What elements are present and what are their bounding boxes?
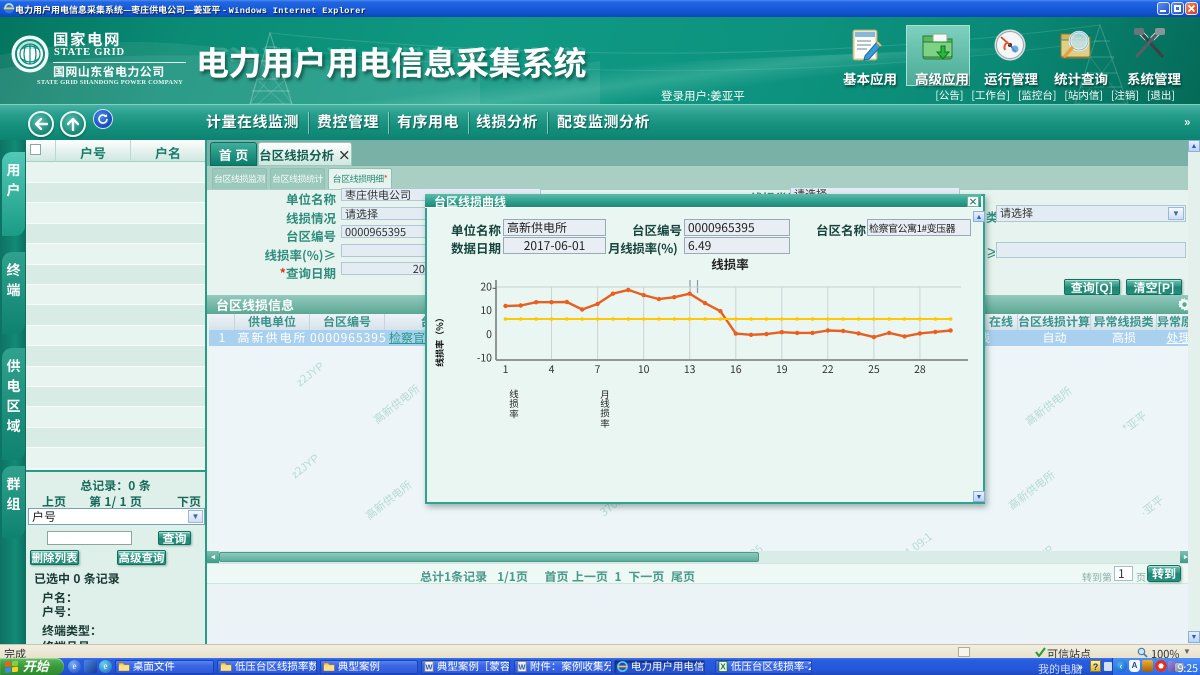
svg-text:4: 4 bbox=[549, 362, 555, 377]
svg-text:7: 7 bbox=[595, 362, 601, 377]
svg-text:16: 16 bbox=[730, 362, 742, 377]
svg-text:10: 10 bbox=[480, 303, 492, 318]
svg-text:0: 0 bbox=[486, 327, 492, 342]
svg-text:19: 19 bbox=[776, 362, 788, 377]
svg-text:13: 13 bbox=[684, 362, 696, 377]
svg-text:X: X bbox=[720, 661, 726, 672]
svg-text:线损率（%）: 线损率（%） bbox=[433, 313, 446, 367]
svg-text:线损率: 线损率 bbox=[711, 255, 749, 273]
svg-text:W: W bbox=[519, 661, 526, 672]
svg-text:W: W bbox=[426, 661, 433, 672]
svg-text:月线损率: 月线损率 bbox=[598, 389, 612, 428]
svg-text:22: 22 bbox=[822, 362, 834, 377]
svg-text:线损率: 线损率 bbox=[507, 389, 521, 418]
svg-text:10: 10 bbox=[638, 362, 650, 377]
svg-text:-10: -10 bbox=[477, 350, 492, 365]
svg-text:20: 20 bbox=[480, 280, 492, 295]
svg-text:1: 1 bbox=[503, 362, 509, 377]
svg-text:25: 25 bbox=[868, 362, 880, 377]
svg-text:28: 28 bbox=[914, 362, 926, 377]
